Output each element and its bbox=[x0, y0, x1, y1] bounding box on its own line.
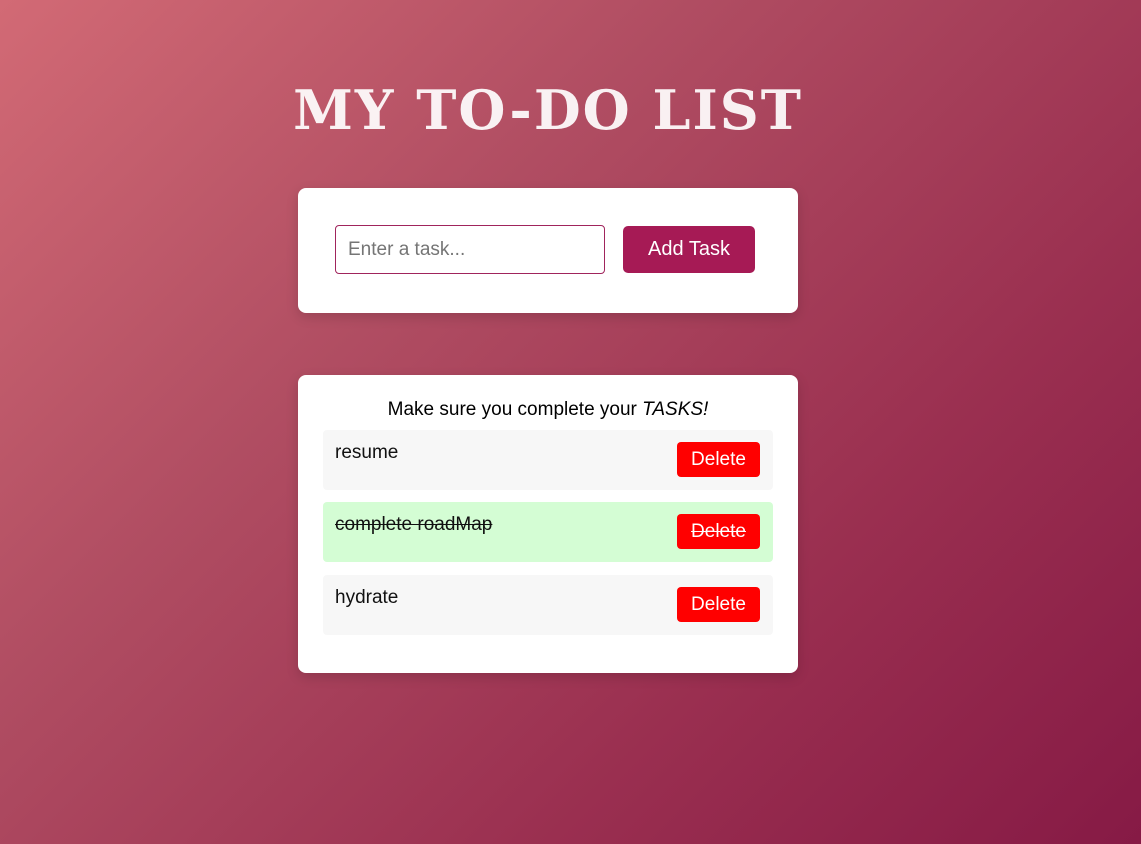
delete-button[interactable]: Delete bbox=[677, 587, 760, 622]
task-list-card: Make sure you complete your TASKS! resum… bbox=[298, 375, 798, 673]
delete-button[interactable]: Delete bbox=[677, 442, 760, 477]
add-task-button[interactable]: Add Task bbox=[623, 226, 755, 273]
list-heading-text: Make sure you complete your bbox=[387, 399, 643, 420]
list-heading-emphasis: TASKS! bbox=[642, 399, 709, 420]
task-text[interactable]: complete roadMap bbox=[335, 514, 492, 536]
add-task-card: Add Task bbox=[298, 188, 798, 313]
delete-button[interactable]: Delete bbox=[677, 514, 760, 549]
task-text[interactable]: resume bbox=[335, 442, 398, 464]
page-title: MY TO-DO LIST bbox=[293, 78, 803, 142]
task-item[interactable]: hydrate Delete bbox=[323, 575, 773, 635]
task-item[interactable]: resume Delete bbox=[323, 430, 773, 490]
task-input[interactable] bbox=[335, 225, 605, 274]
task-item-completed[interactable]: complete roadMap Delete bbox=[323, 502, 773, 562]
task-text[interactable]: hydrate bbox=[335, 587, 398, 609]
list-heading: Make sure you complete your TASKS! bbox=[298, 399, 798, 421]
